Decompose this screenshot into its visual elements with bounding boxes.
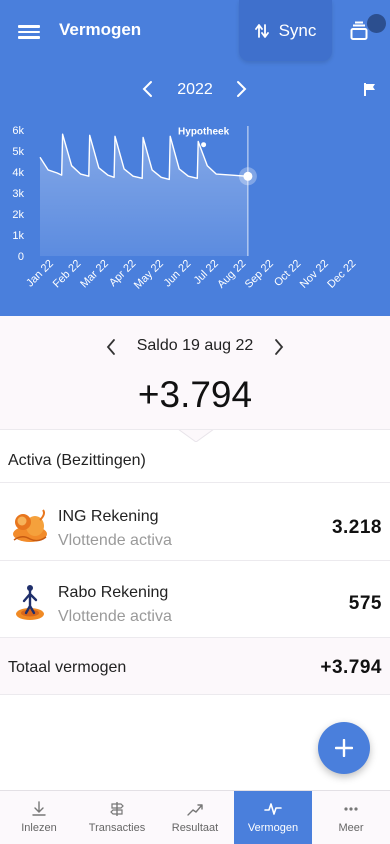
chevron-left-icon[interactable]	[141, 80, 155, 98]
chart-area	[40, 134, 248, 256]
menu-icon[interactable]	[18, 22, 40, 42]
nav-item-inlezen[interactable]: Inlezen	[0, 791, 78, 844]
nav-label: Transacties	[88, 822, 146, 834]
x-tick-label: Jun 22	[162, 258, 194, 290]
divider	[0, 560, 390, 561]
account-name: Rabo Rekening	[58, 584, 169, 601]
divider	[0, 694, 390, 695]
account-amount: 3.218	[331, 517, 382, 538]
nav-item-meer[interactable]: Meer	[312, 791, 390, 844]
total-value: +3.794	[320, 657, 382, 678]
ing-lion-icon	[13, 509, 47, 542]
download-icon	[32, 801, 46, 816]
y-tick-label: 3k	[12, 188, 24, 200]
saldo-date-label: Saldo 19 aug 22	[136, 337, 254, 354]
divider	[0, 637, 390, 638]
nav-item-resultaat[interactable]: Resultaat	[156, 791, 234, 844]
account-type: Vlottende activa	[58, 532, 172, 549]
plus-icon	[335, 739, 353, 757]
y-tick-label: 2k	[12, 209, 24, 221]
account-name: ING Rekening	[58, 508, 159, 525]
nav-label: Meer	[338, 822, 364, 834]
avatar[interactable]	[367, 14, 386, 33]
pulse-icon	[264, 803, 282, 815]
y-tick-label: 0	[18, 251, 24, 263]
chevron-right-icon[interactable]	[234, 80, 248, 98]
y-tick-label: 4k	[12, 167, 24, 179]
nav-label: Vermogen	[247, 822, 299, 834]
saldo-value: +3.794	[137, 374, 253, 415]
sync-arrows-icon	[254, 23, 269, 38]
sync-label: Sync	[278, 20, 317, 40]
x-tick-label: May 22	[132, 258, 166, 292]
year-selector: 2022	[0, 78, 390, 102]
chevron-right-icon[interactable]	[273, 338, 285, 356]
y-tick-label: 1k	[12, 230, 24, 242]
app-header: Vermogen Sync 2022 0 1k 2k 3k 4k 5k 6k Jan 22 Fe…	[0, 0, 390, 316]
divider	[0, 429, 390, 430]
account-amount: 575	[348, 593, 382, 614]
nav-item-transacties[interactable]: Transacties	[78, 791, 156, 844]
trend-icon	[187, 804, 203, 816]
nav-item-vermogen[interactable]: Vermogen	[234, 791, 312, 844]
saldo-panel: Saldo 19 aug 22 +3.794	[0, 316, 390, 430]
x-tick-label: Sep 22	[243, 258, 276, 291]
flag-icon[interactable]	[363, 82, 377, 97]
y-tick-label: 6k	[12, 125, 24, 137]
account-type: Vlottende activa	[58, 608, 172, 625]
rabo-figure-icon	[16, 585, 44, 620]
x-tick-label: Dec 22	[325, 258, 358, 291]
nav-label: Inlezen	[21, 822, 57, 834]
pointer-notch	[178, 429, 214, 442]
accounts-stack-icon[interactable]	[350, 21, 368, 46]
selected-point	[243, 171, 253, 181]
x-tick-label: Feb 22	[51, 258, 84, 291]
account-row-rabo[interactable]: Rabo Rekening Vlottende activa 575	[0, 562, 390, 636]
wealth-chart[interactable]: 01k2k3k4k5k6kJan 22Feb 22Mar 22Apr 22May…	[0, 118, 390, 316]
signpost-icon	[110, 802, 124, 816]
total-row: Totaal vermogen +3.794	[0, 637, 390, 695]
divider	[0, 482, 390, 483]
x-tick-label: Nov 22	[298, 258, 331, 291]
section-title: Activa (Bezittingen)	[8, 452, 146, 469]
year-label: 2022	[177, 81, 213, 98]
sync-button[interactable]: Sync	[239, 0, 332, 61]
add-button[interactable]	[318, 722, 370, 774]
x-tick-label: Mar 22	[78, 258, 111, 291]
account-row-ing[interactable]: ING Rekening Vlottende activa 3.218	[0, 486, 390, 560]
chevron-left-icon[interactable]	[105, 338, 117, 356]
x-tick-label: Jan 22	[24, 258, 56, 290]
y-tick-label: 5k	[12, 146, 24, 158]
nav-label: Resultaat	[171, 822, 219, 834]
x-tick-label: Aug 22	[215, 258, 248, 291]
more-icon	[344, 807, 358, 811]
page-title: Vermogen	[59, 20, 142, 39]
annotation-marker	[201, 142, 207, 148]
total-label: Totaal vermogen	[8, 659, 127, 676]
annotation-label: Hypotheek	[178, 127, 230, 138]
bottom-navigation: Inlezen Transacties Resultaat Vermogen M…	[0, 790, 390, 844]
